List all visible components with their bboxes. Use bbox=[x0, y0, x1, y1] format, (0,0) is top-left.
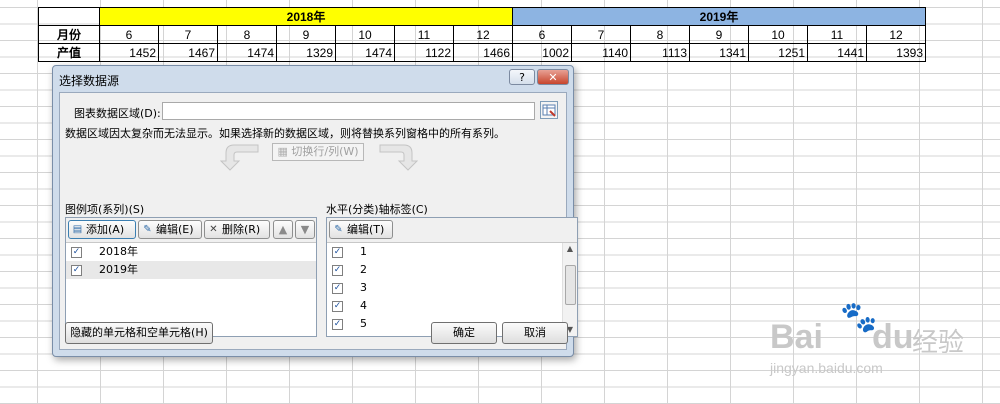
edit-icon: ✎ bbox=[143, 224, 152, 235]
value-cell[interactable]: 1441 bbox=[807, 43, 867, 62]
series-pane: ▤ 添加(A) ✎ 编辑(E) ✕ 删除(R) ▲ ▼ ✓ 2018年 ✓ 20… bbox=[65, 217, 317, 337]
series-toolbar: ▤ 添加(A) ✎ 编辑(E) ✕ 删除(R) ▲ ▼ bbox=[66, 218, 316, 243]
month-cell[interactable]: 8 bbox=[630, 25, 690, 44]
select-data-source-dialog: 选择数据源 ? ✕ 图表数据区域(D): 数据区域因太复杂而无法显示。如果选择新… bbox=[52, 65, 578, 357]
year-2018-cell[interactable]: 2018年 bbox=[99, 7, 513, 26]
series-item[interactable]: ✓ 2018年 bbox=[66, 243, 316, 261]
month-cell[interactable]: 11 bbox=[394, 25, 454, 44]
axis-item[interactable]: ✓ 4 bbox=[327, 297, 563, 315]
arrow-down-icon: ▼ bbox=[300, 223, 310, 236]
axis-toolbar: ✎ 编辑(T) bbox=[327, 218, 577, 243]
scroll-up-icon[interactable]: ▲ bbox=[563, 243, 577, 255]
value-cell[interactable]: 1474 bbox=[217, 43, 277, 62]
series-item[interactable]: ✓ 2019年 bbox=[66, 261, 316, 279]
switch-row-column-button[interactable]: ▦ 切换行/列(W) bbox=[272, 143, 364, 161]
axis-item-label: 3 bbox=[360, 281, 367, 294]
value-cell[interactable]: 1113 bbox=[630, 43, 690, 62]
checkbox[interactable]: ✓ bbox=[332, 247, 343, 258]
arrow-up-icon: ▲ bbox=[278, 223, 288, 236]
axis-item[interactable]: ✓ 1 bbox=[327, 243, 563, 261]
axis-item-label: 1 bbox=[360, 245, 367, 258]
move-down-button[interactable]: ▼ bbox=[295, 220, 315, 239]
month-cell[interactable]: 6 bbox=[99, 25, 159, 44]
month-cell[interactable]: 7 bbox=[158, 25, 218, 44]
value-cell[interactable]: 1452 bbox=[99, 43, 159, 62]
chart-range-input[interactable] bbox=[162, 102, 535, 120]
left-arrow-icon bbox=[220, 144, 259, 171]
edit-axis-button[interactable]: ✎ 编辑(T) bbox=[329, 220, 393, 239]
value-cell[interactable]: 1329 bbox=[276, 43, 336, 62]
watermark-jingyan: 经验 bbox=[912, 327, 965, 357]
month-cell[interactable]: 9 bbox=[276, 25, 336, 44]
help-button[interactable]: ? bbox=[509, 69, 535, 85]
checkbox[interactable]: ✓ bbox=[332, 265, 343, 276]
month-cell[interactable]: 10 bbox=[335, 25, 395, 44]
series-item-label: 2018年 bbox=[99, 245, 138, 258]
watermark-url: jingyan.baidu.com bbox=[770, 360, 883, 376]
checkbox[interactable]: ✓ bbox=[332, 283, 343, 294]
value-cell[interactable]: 1002 bbox=[512, 43, 572, 62]
checkbox[interactable]: ✓ bbox=[71, 247, 82, 258]
value-row: 产值 1452 1467 1474 1329 1474 1122 1466 10… bbox=[38, 43, 926, 62]
watermark-brand-suffix: du bbox=[872, 318, 914, 356]
switch-icon: ▦ bbox=[277, 145, 288, 158]
axis-item[interactable]: ✓ 3 bbox=[327, 279, 563, 297]
axis-item-label: 2 bbox=[360, 263, 367, 276]
range-label: 图表数据区域(D): bbox=[74, 107, 161, 120]
watermark-brand: Bai bbox=[770, 318, 823, 356]
close-button[interactable]: ✕ bbox=[537, 69, 569, 85]
add-icon: ▤ bbox=[72, 224, 83, 235]
value-cell[interactable]: 1393 bbox=[866, 43, 926, 62]
value-cell[interactable]: 1341 bbox=[689, 43, 749, 62]
month-cell[interactable]: 12 bbox=[453, 25, 513, 44]
dialog-body: 图表数据区域(D): 数据区域因太复杂而无法显示。如果选择新的数据区域，则将替换… bbox=[59, 92, 578, 350]
ok-button[interactable]: 确定 bbox=[431, 322, 497, 344]
month-cell[interactable]: 10 bbox=[748, 25, 808, 44]
axis-labels-pane: ✎ 编辑(T) ✓ 1 ✓ 2 ✓ 3 ✓ 4 ✓ 5 ▲ ▼ bbox=[326, 217, 578, 337]
series-label: 图例项(系列)(S) bbox=[65, 203, 145, 216]
month-cell[interactable]: 6 bbox=[512, 25, 572, 44]
axis-item-label: 4 bbox=[360, 299, 367, 312]
value-cell[interactable]: 1466 bbox=[453, 43, 513, 62]
hidden-empty-cells-button[interactable]: 隐藏的单元格和空单元格(H) bbox=[65, 322, 213, 344]
month-cell[interactable]: 8 bbox=[217, 25, 277, 44]
month-label-cell[interactable]: 月份 bbox=[38, 25, 100, 44]
month-cell[interactable]: 11 bbox=[807, 25, 867, 44]
month-cell[interactable]: 9 bbox=[689, 25, 749, 44]
range-select-icon[interactable] bbox=[540, 101, 558, 119]
edit-icon: ✎ bbox=[334, 224, 343, 235]
value-cell[interactable]: 1474 bbox=[335, 43, 395, 62]
month-row: 月份 6 7 8 9 10 11 12 6 7 8 9 10 11 12 bbox=[38, 25, 926, 44]
scroll-thumb[interactable] bbox=[565, 265, 576, 305]
axis-label: 水平(分类)轴标签(C) bbox=[326, 203, 428, 216]
series-item-label: 2019年 bbox=[99, 263, 138, 276]
checkbox[interactable]: ✓ bbox=[71, 265, 82, 276]
axis-item-label: 5 bbox=[360, 317, 367, 330]
cancel-button[interactable]: 取消 bbox=[502, 322, 568, 344]
checkbox[interactable]: ✓ bbox=[332, 301, 343, 312]
axis-item[interactable]: ✓ 2 bbox=[327, 261, 563, 279]
year-2019-cell[interactable]: 2019年 bbox=[512, 7, 926, 26]
value-cell[interactable]: 1122 bbox=[394, 43, 454, 62]
delete-icon: ✕ bbox=[209, 224, 218, 235]
move-up-button[interactable]: ▲ bbox=[273, 220, 293, 239]
year-header-row: 2018年 2019年 bbox=[38, 7, 926, 26]
output-label-cell[interactable]: 产值 bbox=[38, 43, 100, 62]
right-arrow-icon bbox=[379, 144, 418, 171]
checkbox[interactable]: ✓ bbox=[332, 319, 343, 330]
complex-range-notice: 数据区域因太复杂而无法显示。如果选择新的数据区域，则将替换系列窗格中的所有系列。 bbox=[65, 127, 505, 140]
delete-series-button[interactable]: ✕ 删除(R) bbox=[204, 220, 270, 239]
month-cell[interactable]: 7 bbox=[571, 25, 631, 44]
dialog-title: 选择数据源 bbox=[59, 74, 120, 88]
value-cell[interactable]: 1251 bbox=[748, 43, 808, 62]
data-table: 2018年 2019年 月份 6 7 8 9 10 11 12 6 7 8 9 … bbox=[38, 7, 926, 62]
month-cell[interactable]: 12 bbox=[866, 25, 926, 44]
edit-series-button[interactable]: ✎ 编辑(E) bbox=[138, 220, 202, 239]
add-series-button[interactable]: ▤ 添加(A) bbox=[68, 220, 136, 239]
corner-cell[interactable] bbox=[38, 7, 100, 26]
value-cell[interactable]: 1140 bbox=[571, 43, 631, 62]
value-cell[interactable]: 1467 bbox=[158, 43, 218, 62]
